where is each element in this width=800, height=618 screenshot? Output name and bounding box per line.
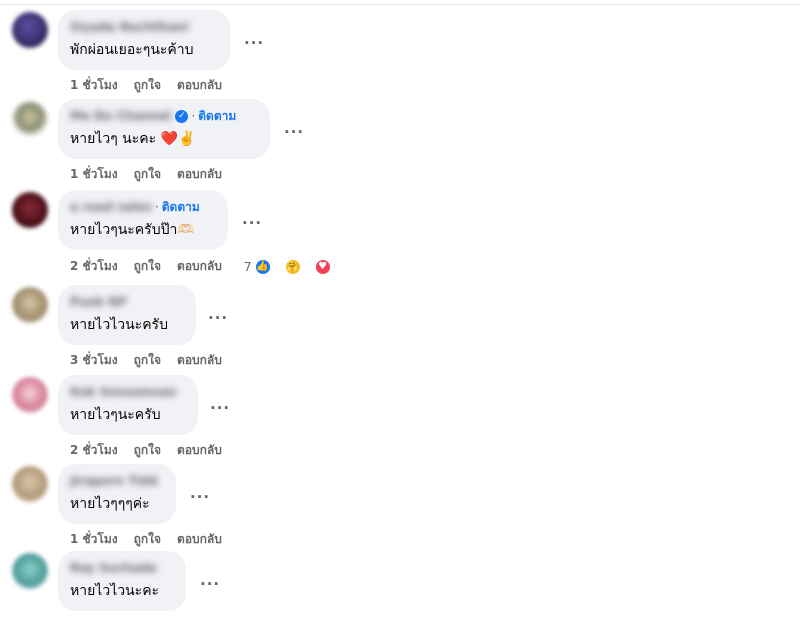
more-options-icon[interactable]: ... (200, 571, 220, 589)
verified-badge-icon: ✓ (175, 109, 189, 123)
avatar[interactable] (12, 553, 48, 589)
comment-text: หายไวไวนะครับ (70, 317, 168, 333)
commenter-name[interactable]: Punk NP (70, 295, 127, 309)
comment-bubble: Siyada Nuchthani พักผ่อนเยอะๆนะค้าบ (58, 10, 230, 70)
avatar[interactable] (12, 377, 48, 413)
reply-button[interactable]: ตอบกลับ (177, 76, 222, 95)
follow-button[interactable]: ติดตาม (162, 198, 200, 217)
like-button[interactable]: ถูกใจ (134, 76, 161, 95)
like-button[interactable]: ถูกใจ (134, 530, 161, 549)
comment-bubble: Kok Sonsomsan หายไวๆนะครับ (58, 375, 198, 435)
reply-button[interactable]: ตอบกลับ (177, 530, 222, 549)
comment-bubble: Me Do Channel ✓ · ติดตาม หายไวๆ นะคะ ❤️✌… (58, 99, 270, 159)
comment-time[interactable]: 1 ชั่วโมง (70, 530, 118, 549)
comment-time[interactable]: 1 ชั่วโมง (70, 76, 118, 95)
comment-time[interactable]: 1 ชั่วโมง (70, 165, 118, 184)
avatar[interactable] (12, 12, 48, 48)
separator-dot: · (154, 200, 159, 214)
like-icon: 👍 (253, 257, 272, 276)
reply-button[interactable]: ตอบกลับ (177, 441, 222, 460)
comment-actions: 2 ชั่วโมง ถูกใจ ตอบกลับ 7 👍 🤗 ♥ (70, 257, 348, 276)
commenter-name[interactable]: Kok Sonsomsan (70, 385, 177, 399)
commenter-name[interactable]: Jiraporn Tidd (70, 474, 158, 488)
comment-actions: 3 ชั่วโมง ถูกใจ ตอบกลับ (70, 351, 238, 370)
comment-text: หายไวๆนะครับ (70, 407, 161, 423)
comment-actions: 1 ชั่วโมง ถูกใจ ตอบกลับ (70, 165, 238, 184)
care-icon: 🤗 (283, 257, 302, 276)
comment-text: หายไวไวนะคะ (70, 583, 160, 599)
separator-dot: · (191, 109, 196, 123)
comment-time[interactable]: 2 ชั่วโมง (70, 441, 118, 460)
love-icon: ♥ (313, 257, 332, 276)
reply-button[interactable]: ตอบกลับ (177, 351, 222, 370)
comment-actions: 2 ชั่วโมง ถูกใจ ตอบกลับ (70, 441, 238, 460)
commenter-name[interactable]: Ray Suchada (70, 561, 157, 575)
more-options-icon[interactable]: ... (190, 484, 210, 502)
avatar[interactable] (12, 101, 48, 137)
comment-actions: 1 ชั่วโมง ถูกใจ ตอบกลับ (70, 76, 238, 95)
more-options-icon[interactable]: ... (208, 305, 228, 323)
comment-time[interactable]: 3 ชั่วโมง (70, 351, 118, 370)
avatar[interactable] (12, 192, 48, 228)
comment-bubble: Ray Suchada หายไวไวนะคะ (58, 551, 186, 611)
top-divider (0, 4, 800, 5)
comment-bubble: a road sales · ติดตาม หายไวๆนะครับป๊า🫶🏻 (58, 190, 228, 250)
reply-button[interactable]: ตอบกลับ (177, 165, 222, 184)
commenter-name[interactable]: a road sales (70, 200, 152, 214)
follow-button[interactable]: ติดตาม (198, 107, 236, 126)
comment-actions: 1 ชั่วโมง ถูกใจ ตอบกลับ (70, 530, 238, 549)
like-button[interactable]: ถูกใจ (134, 257, 161, 276)
commenter-name[interactable]: Me Do Channel (70, 109, 171, 123)
reaction-summary[interactable]: 7 👍 🤗 ♥ (244, 257, 348, 276)
commenter-name[interactable]: Siyada Nuchthani (70, 20, 189, 34)
more-options-icon[interactable]: ... (244, 30, 264, 48)
like-button[interactable]: ถูกใจ (134, 351, 161, 370)
comment-text: หายไวๆ นะคะ ❤️✌️ (70, 131, 196, 147)
comment-bubble: Jiraporn Tidd หายไวๆๆๆค่ะ (58, 464, 176, 524)
comment-text: พักผ่อนเยอะๆนะค้าบ (70, 42, 194, 58)
reaction-count: 7 (243, 259, 252, 274)
comment-time[interactable]: 2 ชั่วโมง (70, 257, 118, 276)
more-options-icon[interactable]: ... (210, 395, 230, 413)
more-options-icon[interactable]: ... (284, 119, 304, 137)
comment-bubble: Punk NP หายไวไวนะครับ (58, 285, 196, 345)
like-button[interactable]: ถูกใจ (134, 165, 161, 184)
avatar[interactable] (12, 287, 48, 323)
avatar[interactable] (12, 466, 48, 502)
comment-text: หายไวๆๆๆค่ะ (70, 496, 150, 512)
like-button[interactable]: ถูกใจ (134, 441, 161, 460)
comment-text: หายไวๆนะครับป๊า🫶🏻 (70, 222, 195, 238)
reply-button[interactable]: ตอบกลับ (177, 257, 222, 276)
more-options-icon[interactable]: ... (242, 210, 262, 228)
